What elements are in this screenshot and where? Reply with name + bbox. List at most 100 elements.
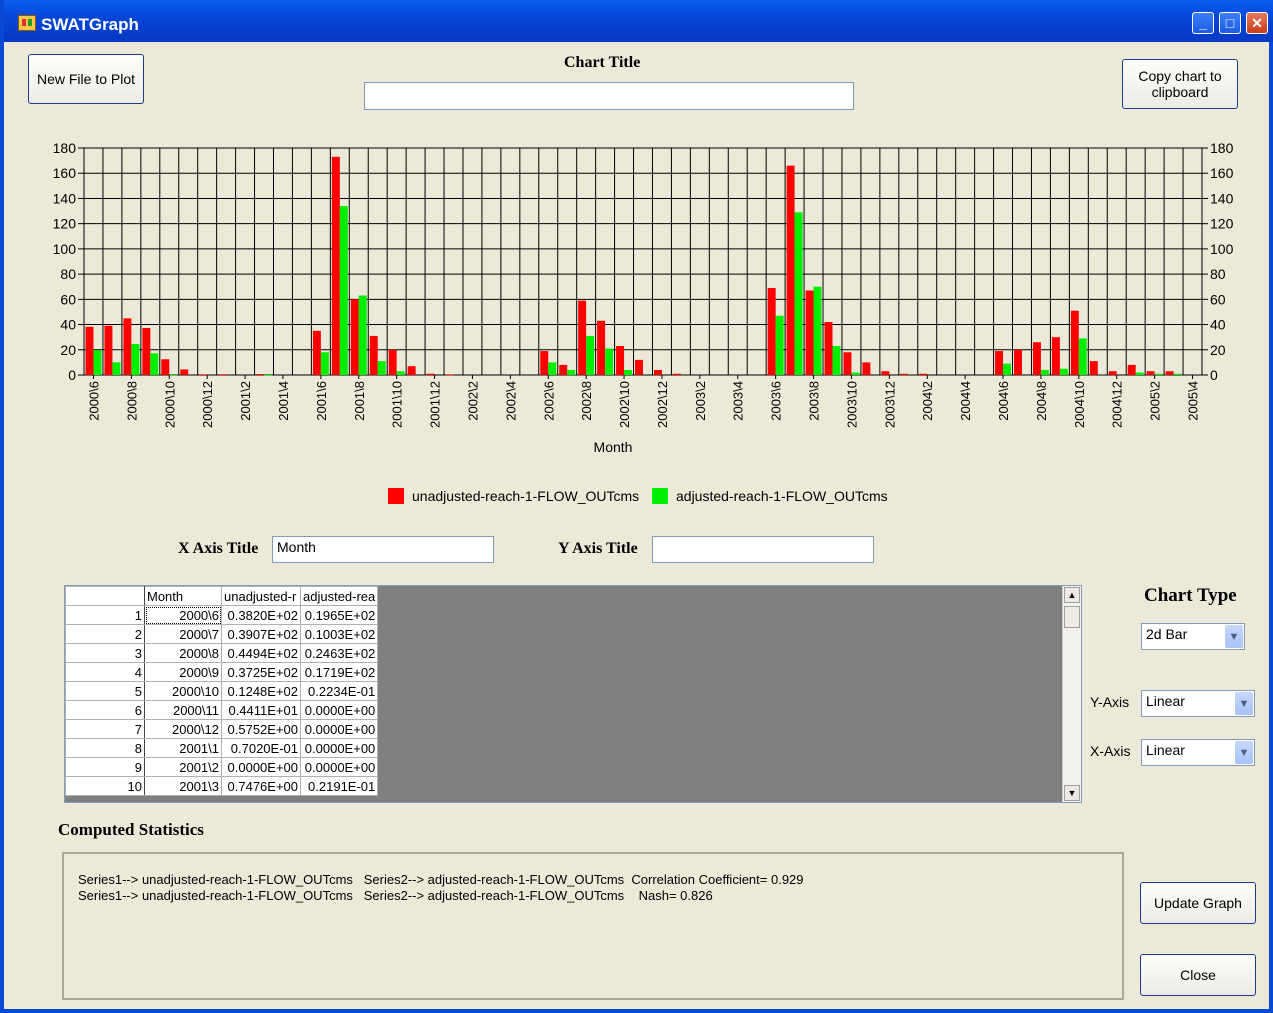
y-tick-label: 80 <box>60 266 76 282</box>
close-window-icon[interactable]: ✕ <box>1246 12 1268 34</box>
legend-swatch-unadjusted <box>388 488 404 504</box>
cell-adjusted[interactable]: 0.2463E+02 <box>299 643 379 663</box>
x-tick-label: 2004\8 <box>1034 381 1049 421</box>
copy-chart-button[interactable]: Copy chart to clipboard <box>1122 59 1238 109</box>
y-tick-label-right: 180 <box>1210 140 1234 156</box>
y-tick-label-right: 40 <box>1210 317 1226 333</box>
cell-adjusted[interactable]: 0.1719E+02 <box>299 662 379 682</box>
cell-month[interactable]: 2001\1 <box>144 738 222 758</box>
cell-month[interactable]: 2001\3 <box>144 776 222 796</box>
bar-unadjusted <box>218 374 227 376</box>
y-axis-scale-select[interactable]: Linear ▼ <box>1141 690 1255 717</box>
bar-adjusted <box>112 362 121 375</box>
table-row[interactable]: 4 2000\9 0.3725E+02 0.1719E+02 <box>65 662 379 682</box>
chart-title-label: Chart Title <box>564 54 641 71</box>
chart-title-input[interactable] <box>364 82 854 110</box>
cell-unadjusted[interactable]: 0.0000E+00 <box>221 757 301 777</box>
cell-month[interactable]: 2000\12 <box>144 719 222 739</box>
cell-unadjusted[interactable]: 0.3907E+02 <box>221 624 301 644</box>
table-row[interactable]: 9 2001\2 0.0000E+00 0.0000E+00 <box>65 757 379 777</box>
cell-adjusted[interactable]: 0.0000E+00 <box>299 700 379 720</box>
table-row[interactable]: 6 2000\11 0.4411E+01 0.0000E+00 <box>65 700 379 720</box>
cell-month[interactable]: 2000\9 <box>144 662 222 682</box>
data-grid[interactable]: Month unadjusted-r adjusted-rea 1 2000\6 0… <box>64 585 1082 803</box>
bar-unadjusted <box>919 373 928 375</box>
bar-adjusted <box>396 371 405 375</box>
cell-unadjusted[interactable]: 0.1248E+02 <box>221 681 301 701</box>
table-row[interactable]: 5 2000\10 0.1248E+02 0.2234E-01 <box>65 681 379 701</box>
row-number: 5 <box>65 681 145 701</box>
cell-unadjusted[interactable]: 0.4411E+01 <box>221 700 301 720</box>
legend-label-adjusted: adjusted-reach-1-FLOW_OUTcms <box>676 488 888 504</box>
cell-adjusted[interactable]: 0.0000E+00 <box>299 738 379 758</box>
maximize-icon[interactable]: □ <box>1219 12 1241 34</box>
table-row[interactable]: 8 2001\1 0.7020E-01 0.0000E+00 <box>65 738 379 758</box>
chevron-down-icon[interactable]: ▼ <box>1235 692 1253 715</box>
minimize-icon[interactable]: _ <box>1192 12 1214 34</box>
bar-adjusted <box>567 369 576 375</box>
table-row[interactable]: 10 2001\3 0.7476E+00 0.2191E-01 <box>65 776 379 796</box>
cell-unadjusted[interactable]: 0.3820E+02 <box>221 605 301 625</box>
cell-adjusted[interactable]: 0.1003E+02 <box>299 624 379 644</box>
bar-unadjusted <box>559 364 568 375</box>
column-header-adjusted[interactable]: adjusted-rea <box>299 586 379 606</box>
column-header-unadjusted[interactable]: unadjusted-r <box>221 586 301 606</box>
table-row[interactable]: 3 2000\8 0.4494E+02 0.2463E+02 <box>65 643 379 663</box>
title-bar[interactable]: SWATGraph _ □ ✕ <box>4 0 1273 42</box>
scroll-up-icon[interactable]: ▲ <box>1064 587 1080 603</box>
bar-adjusted <box>1154 373 1163 375</box>
table-row[interactable]: 7 2000\12 0.5752E+00 0.0000E+00 <box>65 719 379 739</box>
table-row[interactable]: 2 2000\7 0.3907E+02 0.1003E+02 <box>65 624 379 644</box>
y-axis-scale-value: Linear <box>1146 693 1185 709</box>
scroll-down-icon[interactable]: ▼ <box>1064 785 1080 801</box>
cell-month[interactable]: 2001\2 <box>144 757 222 777</box>
cell-unadjusted[interactable]: 0.4494E+02 <box>221 643 301 663</box>
new-file-button[interactable]: New File to Plot <box>28 54 144 104</box>
cell-month[interactable]: 2000\8 <box>144 643 222 663</box>
cell-adjusted[interactable]: 0.0000E+00 <box>299 719 379 739</box>
bar-adjusted <box>320 352 329 375</box>
data-table: Month unadjusted-r adjusted-rea 1 2000\6 0… <box>65 586 379 796</box>
app-icon <box>18 15 36 31</box>
cell-unadjusted[interactable]: 0.5752E+00 <box>221 719 301 739</box>
chart-type-select[interactable]: 2d Bar ▼ <box>1141 623 1245 650</box>
chevron-down-icon[interactable]: ▼ <box>1235 741 1253 764</box>
bar-unadjusted <box>881 371 890 375</box>
cell-unadjusted[interactable]: 0.7476E+00 <box>221 776 301 796</box>
bar-unadjusted <box>1089 361 1098 375</box>
cell-month[interactable]: 2000\7 <box>144 624 222 644</box>
x-axis-scale-select[interactable]: Linear ▼ <box>1141 739 1255 766</box>
x-tick-label: 2004\10 <box>1072 381 1087 428</box>
update-graph-button[interactable]: Update Graph <box>1140 882 1256 924</box>
cell-unadjusted[interactable]: 0.7020E-01 <box>221 738 301 758</box>
bar-adjusted <box>93 350 102 375</box>
y-tick-label-right: 160 <box>1210 165 1234 181</box>
swatgraph-window: SWATGraph _ □ ✕ New File to Plot Chart T… <box>0 0 1273 1013</box>
cell-adjusted[interactable]: 0.2191E-01 <box>299 776 379 796</box>
y-axis-title-input[interactable] <box>652 536 874 563</box>
x-tick-label: 2002\6 <box>541 381 556 421</box>
column-header-month[interactable]: Month <box>144 586 222 606</box>
cell-adjusted[interactable]: 0.1965E+02 <box>299 605 379 625</box>
cell-adjusted[interactable]: 0.0000E+00 <box>299 757 379 777</box>
bar-unadjusted <box>843 352 852 375</box>
flow-bar-chart: 0 0 20 20 40 40 60 60 80 80 100 100 120 120 140 140 160 1… <box>53 140 1234 455</box>
x-axis-title-input[interactable]: Month <box>272 536 494 563</box>
x-axis-label: Month <box>594 439 633 455</box>
computed-statistics-label: Computed Statistics <box>58 820 204 839</box>
chevron-down-icon[interactable]: ▼ <box>1225 625 1243 648</box>
row-number: 10 <box>65 776 145 796</box>
cell-month[interactable]: 2000\11 <box>144 700 222 720</box>
grid-vertical-scrollbar[interactable]: ▲ ▼ <box>1062 586 1081 802</box>
table-row[interactable]: 1 2000\6 0.3820E+02 0.1965E+02 <box>65 605 379 625</box>
cell-unadjusted[interactable]: 0.3725E+02 <box>221 662 301 682</box>
y-tick-label-right: 80 <box>1210 266 1226 282</box>
bar-adjusted <box>1078 338 1087 375</box>
cell-adjusted[interactable]: 0.2234E-01 <box>299 681 379 701</box>
close-button[interactable]: Close <box>1140 954 1256 996</box>
x-tick-label: 2003\2 <box>693 381 708 421</box>
cell-month[interactable]: 2000\6 <box>144 605 222 625</box>
scroll-thumb[interactable] <box>1064 606 1080 628</box>
bar-unadjusted <box>653 369 662 375</box>
cell-month[interactable]: 2000\10 <box>144 681 222 701</box>
